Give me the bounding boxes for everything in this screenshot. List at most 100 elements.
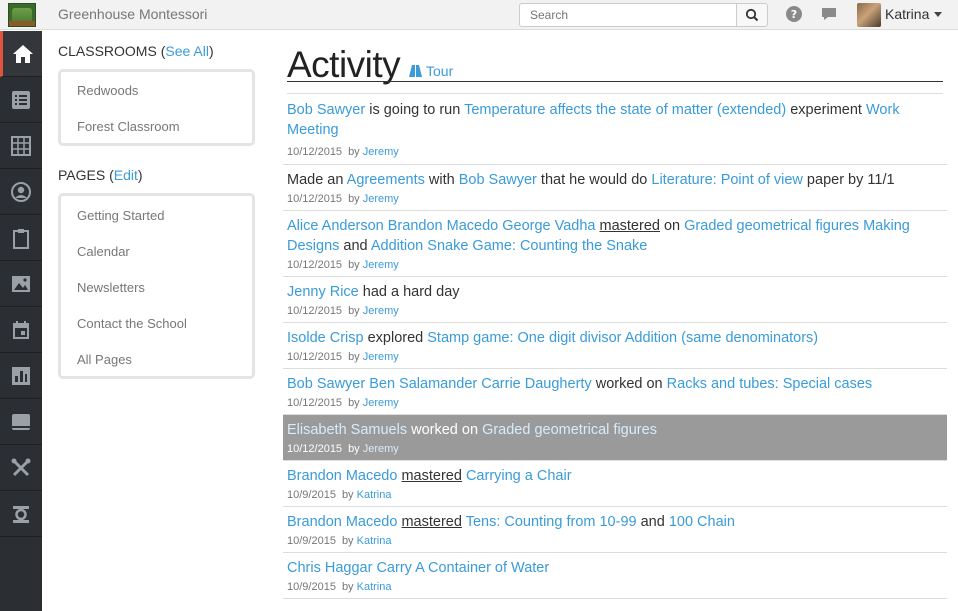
see-all-link[interactable]: See All [165, 43, 209, 59]
nav-calendar[interactable] [0, 307, 42, 353]
author-link[interactable]: Jeremy [363, 443, 399, 455]
student-link[interactable]: Jenny Rice [287, 284, 359, 300]
lesson-link[interactable]: Tens: Counting from 10-99 [466, 514, 637, 530]
activity-text: Brandon Macedo mastered Tens: Counting f… [287, 514, 735, 530]
grid-icon [11, 135, 31, 156]
activity-text: Brandon Macedo mastered Carrying a Chair [287, 466, 932, 486]
student-link[interactable]: Isolde Crisp [287, 330, 364, 346]
activity-text: Made an Agreements with Bob Sawyer that … [287, 172, 895, 188]
lesson-link[interactable]: Carrying a Chair [466, 468, 572, 484]
title-divider [287, 81, 943, 82]
road-icon[interactable] [408, 64, 423, 78]
author-link[interactable]: Katrina [357, 489, 392, 501]
user-name[interactable]: Katrina [885, 6, 929, 22]
student-link[interactable]: Carrie Daugherty [481, 376, 591, 392]
activity-text: Bob Sawyer Ben Salamander Carrie Daugher… [287, 376, 873, 392]
top-bar: Greenhouse Montessori ? Katrina [0, 0, 958, 30]
school-logo[interactable] [8, 3, 36, 27]
student-link[interactable]: Bob Sawyer [459, 172, 537, 188]
pages-list: Getting Started Calendar Newsletters Con… [58, 193, 255, 379]
clipboard-icon [13, 228, 29, 249]
student-link[interactable]: Bob Sawyer [287, 102, 365, 118]
activity-meta: 10/12/2015 by Jeremy [287, 146, 399, 158]
agreement-link[interactable]: Agreements [347, 172, 425, 188]
activity-row: Jenny Rice had a hard day 10/12/2015 by J… [283, 277, 947, 323]
nav-tools[interactable] [0, 445, 42, 491]
page-item[interactable]: Contact the School [77, 316, 187, 331]
status-mastered: mastered [599, 218, 660, 234]
messages-icon[interactable] [820, 5, 838, 23]
search-button[interactable] [736, 3, 768, 27]
classroom-item[interactable]: Redwoods [77, 83, 138, 98]
activity-text: Chris Haggar Carry A Container of Water [287, 558, 932, 578]
help-icon[interactable]: ? [785, 5, 803, 23]
author-link[interactable]: Jeremy [363, 397, 399, 409]
student-link[interactable]: Ben Salamander [369, 376, 477, 392]
classroom-item[interactable]: Forest Classroom [77, 119, 180, 134]
student-link[interactable]: Chris Haggar [287, 560, 372, 576]
student-link[interactable]: Brandon Macedo [287, 468, 397, 484]
student-link[interactable]: Bob Sawyer [287, 376, 365, 392]
author-link[interactable]: Jeremy [363, 146, 399, 158]
activity-meta: 10/9/2015 by Katrina [287, 535, 392, 547]
lesson-link[interactable]: Graded geometrical figures [684, 218, 859, 234]
lesson-link[interactable]: Racks and tubes: Special cases [667, 376, 873, 392]
search-input[interactable] [519, 3, 737, 27]
avatar[interactable] [857, 3, 881, 27]
activity-row: Alice Anderson Brandon Macedo George Vad… [283, 211, 947, 277]
activity-meta: 10/12/2015 by Jeremy [287, 351, 399, 363]
activity-row-highlighted[interactable]: Elisabeth Samuels worked on Graded geome… [283, 415, 947, 461]
student-link[interactable]: Brandon Macedo [287, 514, 397, 530]
chevron-down-icon[interactable] [934, 12, 942, 17]
lesson-link[interactable]: Carry A Container of Water [376, 560, 549, 576]
activity-text: Elisabeth Samuels worked on Graded geome… [287, 422, 657, 438]
student-link[interactable]: Brandon Macedo [388, 218, 498, 234]
author-link[interactable]: Jeremy [363, 193, 399, 205]
activity-row: Bob Sawyer is going to run Temperature a… [283, 95, 947, 165]
nav-media[interactable] [0, 261, 42, 307]
nav-reports[interactable] [0, 353, 42, 399]
home-icon [12, 44, 33, 63]
lesson-link[interactable]: Literature: Point of view [651, 172, 803, 188]
page-item[interactable]: Getting Started [77, 208, 164, 223]
tour-link[interactable]: Tour [426, 63, 453, 79]
author-link[interactable]: Jeremy [363, 305, 399, 317]
nav-profile[interactable] [0, 169, 42, 215]
list-icon [12, 90, 30, 109]
activity-text: Jenny Rice had a hard day [287, 284, 460, 300]
nav-clipboard[interactable] [0, 215, 42, 261]
activity-meta: 10/12/2015 by Jeremy [287, 443, 399, 455]
lesson-link[interactable]: Addition Snake Game: Counting the Snake [371, 238, 647, 254]
student-link[interactable]: Alice Anderson [287, 218, 384, 234]
page-item[interactable]: Calendar [77, 244, 130, 259]
nav-grid[interactable] [0, 123, 42, 169]
bar-chart-icon [12, 366, 30, 385]
author-link[interactable]: Jeremy [363, 259, 399, 271]
edit-pages-link[interactable]: Edit [114, 167, 138, 183]
lesson-link[interactable]: Graded geometrical figures [482, 422, 657, 438]
author-link[interactable]: Jeremy [363, 351, 399, 363]
student-link[interactable]: Elisabeth Samuels [287, 422, 407, 438]
nav-settings[interactable] [0, 491, 42, 537]
classrooms-heading: CLASSROOMS (See All) [58, 43, 214, 59]
activity-meta: 10/9/2015 by Katrina [287, 581, 392, 593]
nav-list[interactable] [0, 77, 42, 123]
activity-text: Isolde Crisp explored Stamp game: One di… [287, 330, 819, 346]
author-link[interactable]: Katrina [357, 535, 392, 547]
lesson-link[interactable]: Stamp game: One digit divisor Addition (… [427, 330, 818, 346]
page-item[interactable]: Newsletters [77, 280, 145, 295]
lesson-link[interactable]: 100 Chain [669, 514, 735, 530]
title-divider [287, 93, 943, 94]
author-link[interactable]: Katrina [357, 581, 392, 593]
nav-home[interactable] [0, 31, 42, 77]
school-name[interactable]: Greenhouse Montessori [58, 6, 207, 22]
activity-row: Made an Agreements with Bob Sawyer that … [283, 165, 947, 211]
nav-panel[interactable] [0, 399, 42, 445]
panel-icon [12, 413, 30, 430]
page-item[interactable]: All Pages [77, 352, 132, 367]
student-link[interactable]: George Vadha [502, 218, 595, 234]
activity-row: Chris Haggar Carry A Container of Water … [283, 553, 947, 599]
lesson-link[interactable]: Temperature affects the state of matter … [464, 102, 786, 118]
activity-row: Isolde Crisp explored Stamp game: One di… [283, 323, 947, 369]
status-mastered: mastered [401, 468, 462, 484]
